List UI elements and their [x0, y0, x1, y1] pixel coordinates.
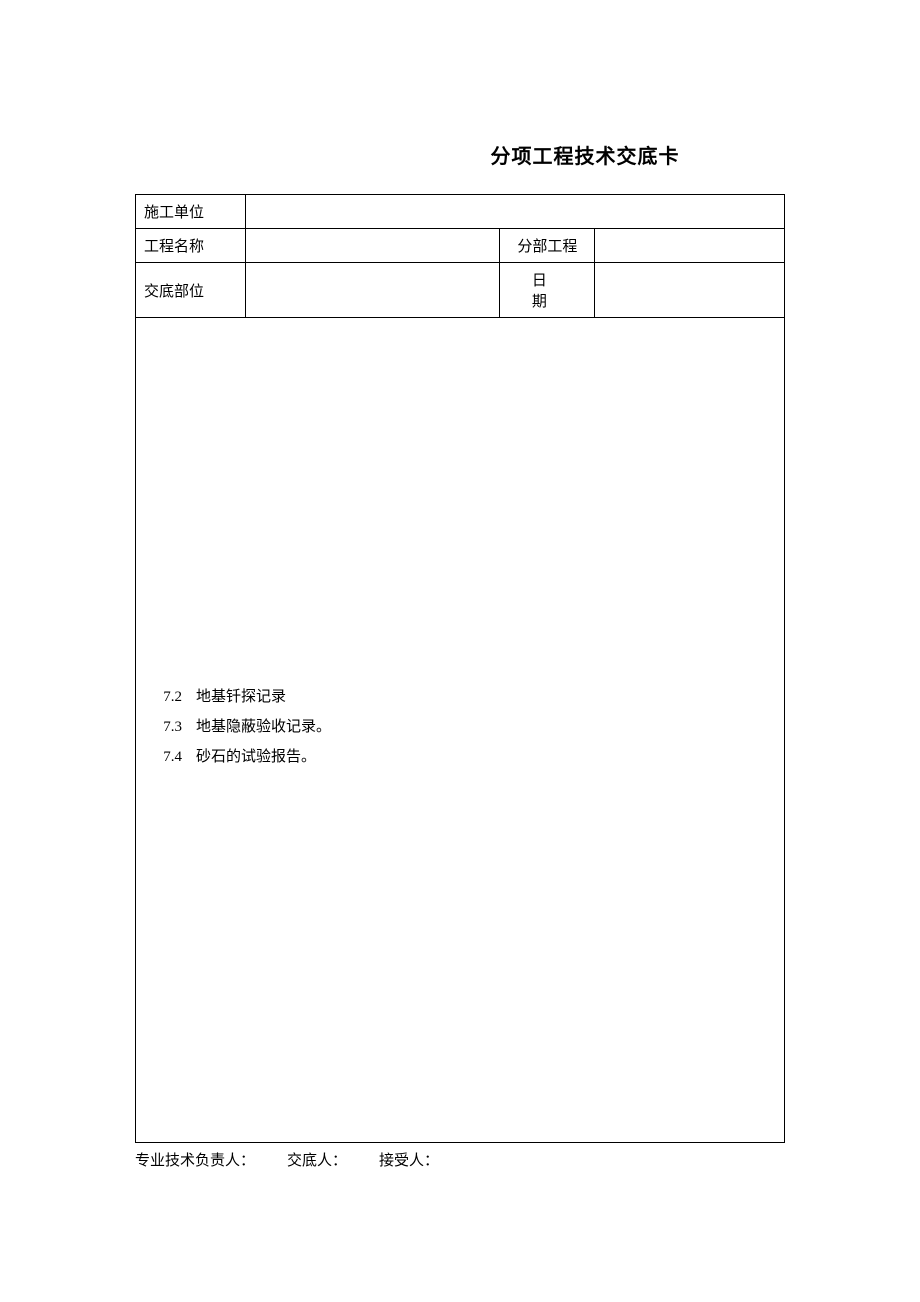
footer-receiver: 接受人： [379, 1149, 439, 1170]
content-item: 7.2 地基钎探记录 [144, 685, 776, 709]
label-date: 日 期 [500, 263, 595, 318]
main-table: 施工单位 工程名称 分部工程 交底部位 日 期 7.2 地基钎探记录 7.3 [135, 194, 785, 1143]
label-subproject: 分部工程 [500, 229, 595, 263]
content-num: 7.4 [144, 745, 182, 769]
content-text: 地基隐蔽验收记录。 [196, 715, 331, 739]
value-construction-unit [245, 195, 784, 229]
content-item: 7.4 砂石的试验报告。 [144, 745, 776, 769]
content-num: 7.2 [144, 685, 182, 709]
label-disclosure-part: 交底部位 [136, 263, 246, 318]
content-item: 7.3 地基隐蔽验收记录。 [144, 715, 776, 739]
footer-disclosure: 交底人： [287, 1149, 347, 1170]
label-project-name: 工程名称 [136, 229, 246, 263]
row-disclosure-part: 交底部位 日 期 [136, 263, 785, 318]
footer: 专业技术负责人： 交底人： 接受人： [135, 1149, 785, 1170]
document-title: 分项工程技术交底卡 [385, 140, 785, 169]
value-disclosure-part [245, 263, 500, 318]
value-project-name [245, 229, 500, 263]
footer-responsible: 专业技术负责人： [135, 1149, 255, 1170]
content-num: 7.3 [144, 715, 182, 739]
label-construction-unit: 施工单位 [136, 195, 246, 229]
value-date [595, 263, 785, 318]
value-subproject [595, 229, 785, 263]
row-content: 7.2 地基钎探记录 7.3 地基隐蔽验收记录。 7.4 砂石的试验报告。 [136, 318, 785, 1143]
row-construction-unit: 施工单位 [136, 195, 785, 229]
content-text: 地基钎探记录 [196, 685, 286, 709]
row-project-name: 工程名称 分部工程 [136, 229, 785, 263]
content-cell: 7.2 地基钎探记录 7.3 地基隐蔽验收记录。 7.4 砂石的试验报告。 [136, 318, 785, 1143]
content-text: 砂石的试验报告。 [196, 745, 316, 769]
